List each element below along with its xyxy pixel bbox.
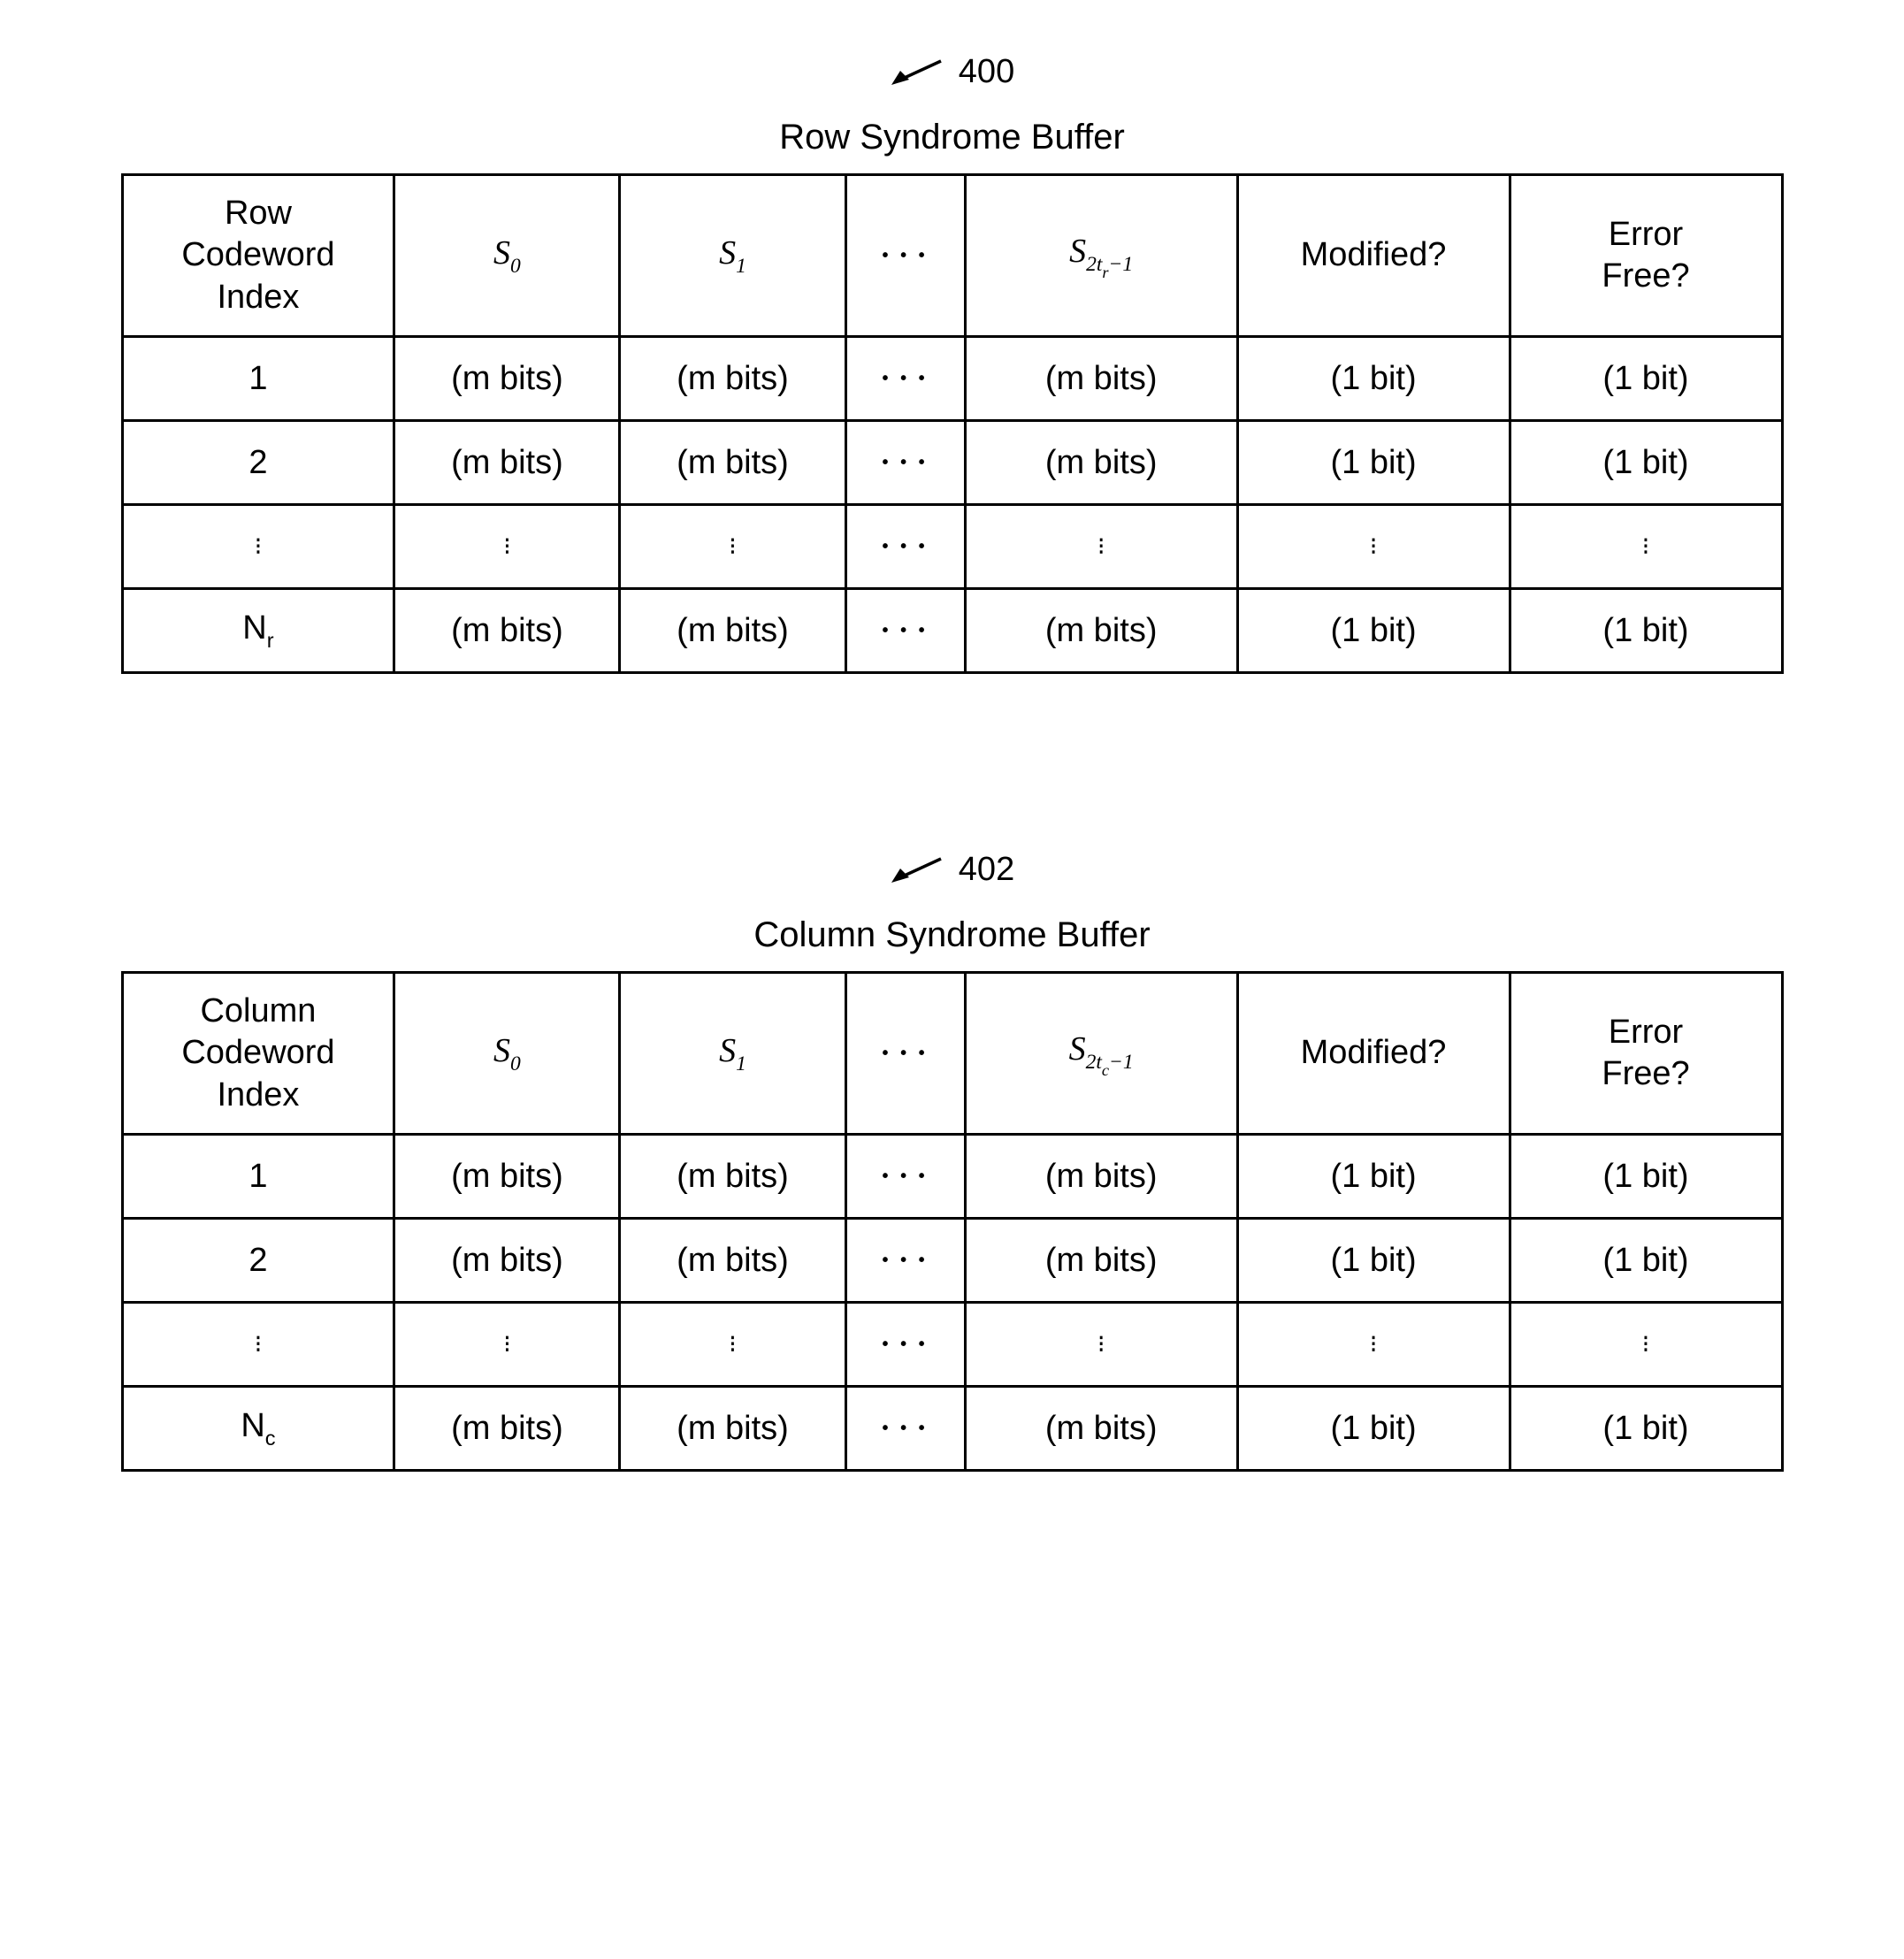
- col-errorfree-header: Error Free?: [1510, 973, 1782, 1135]
- cell-vdots: ⁝: [394, 1303, 620, 1387]
- cell-s0: (m bits): [394, 337, 620, 421]
- figure-ref-number: 402: [959, 851, 1014, 889]
- cell-s0: (m bits): [394, 1135, 620, 1219]
- cell-vdots: ⁝: [620, 505, 845, 589]
- cell-ellipsis: • • •: [845, 1135, 965, 1219]
- cell-ellipsis: • • •: [845, 589, 965, 673]
- cell-index: Nc: [122, 1387, 394, 1471]
- table-header-row: Row Codeword Index S0 S1 • • • S2tr−1 Mo…: [122, 175, 1782, 337]
- cell-ellipsis: • • •: [845, 1303, 965, 1387]
- cell-vdots: ⁝: [1510, 1303, 1782, 1387]
- cell-errorfree: (1 bit): [1510, 1219, 1782, 1303]
- cell-ellipsis: • • •: [845, 1387, 965, 1471]
- cell-vdots: ⁝: [122, 505, 394, 589]
- cell-index: 1: [122, 1135, 394, 1219]
- cell-errorfree: (1 bit): [1510, 1135, 1782, 1219]
- cell-ellipsis: • • •: [845, 337, 965, 421]
- col-s0-header: S0: [394, 175, 620, 337]
- cell-slast: (m bits): [965, 337, 1237, 421]
- table-row: 1 (m bits) (m bits) • • • (m bits) (1 bi…: [122, 1135, 1782, 1219]
- cell-s1: (m bits): [620, 1387, 845, 1471]
- column-syndrome-buffer-table: Column Codeword Index S0 S1 • • • S2tc−1…: [121, 971, 1784, 1472]
- cell-index: 2: [122, 421, 394, 505]
- table-row: Nr (m bits) (m bits) • • • (m bits) (1 b…: [122, 589, 1782, 673]
- row-syndrome-buffer-table: Row Codeword Index S0 S1 • • • S2tr−1 Mo…: [121, 173, 1784, 674]
- col-slast-header: S2tc−1: [965, 973, 1237, 1135]
- cell-modified: (1 bit): [1237, 1219, 1510, 1303]
- col-modified-header: Modified?: [1237, 973, 1510, 1135]
- cell-slast: (m bits): [965, 1135, 1237, 1219]
- col-index-header: Row Codeword Index: [122, 175, 394, 337]
- cell-index: Nr: [122, 589, 394, 673]
- table-row-vdots: ⁝ ⁝ ⁝ • • • ⁝ ⁝ ⁝: [122, 505, 1782, 589]
- cell-errorfree: (1 bit): [1510, 421, 1782, 505]
- cell-modified: (1 bit): [1237, 1135, 1510, 1219]
- cell-s0: (m bits): [394, 589, 620, 673]
- column-syndrome-buffer-figure: 402 Column Syndrome Buffer Column Codewo…: [80, 851, 1824, 1472]
- cell-s1: (m bits): [620, 1219, 845, 1303]
- col-errorfree-header: Error Free?: [1510, 175, 1782, 337]
- col-modified-header: Modified?: [1237, 175, 1510, 337]
- cell-vdots: ⁝: [1510, 505, 1782, 589]
- cell-index: 2: [122, 1219, 394, 1303]
- table-row: 2 (m bits) (m bits) • • • (m bits) (1 bi…: [122, 421, 1782, 505]
- cell-index: 1: [122, 337, 394, 421]
- cell-modified: (1 bit): [1237, 337, 1510, 421]
- figure-ref-number: 400: [959, 53, 1014, 91]
- table-row-vdots: ⁝ ⁝ ⁝ • • • ⁝ ⁝ ⁝: [122, 1303, 1782, 1387]
- cell-slast: (m bits): [965, 1387, 1237, 1471]
- cell-vdots: ⁝: [965, 505, 1237, 589]
- col-s1-header: S1: [620, 175, 845, 337]
- col-s0-header: S0: [394, 973, 620, 1135]
- cell-s0: (m bits): [394, 1219, 620, 1303]
- cell-s0: (m bits): [394, 1387, 620, 1471]
- cell-ellipsis: • • •: [845, 1219, 965, 1303]
- cell-errorfree: (1 bit): [1510, 337, 1782, 421]
- figure-ref-400: 400: [80, 53, 1824, 91]
- col-slast-header: S2tr−1: [965, 175, 1237, 337]
- cell-slast: (m bits): [965, 421, 1237, 505]
- cell-slast: (m bits): [965, 589, 1237, 673]
- cell-ellipsis: • • •: [845, 421, 965, 505]
- table-row: 2 (m bits) (m bits) • • • (m bits) (1 bi…: [122, 1219, 1782, 1303]
- cell-vdots: ⁝: [1237, 505, 1510, 589]
- col-ellipsis-header: • • •: [845, 973, 965, 1135]
- table-row: 1 (m bits) (m bits) • • • (m bits) (1 bi…: [122, 337, 1782, 421]
- cell-vdots: ⁝: [620, 1303, 845, 1387]
- cell-slast: (m bits): [965, 1219, 1237, 1303]
- table-row: Nc (m bits) (m bits) • • • (m bits) (1 b…: [122, 1387, 1782, 1471]
- row-syndrome-buffer-figure: 400 Row Syndrome Buffer Row Codeword Ind…: [80, 53, 1824, 674]
- cell-modified: (1 bit): [1237, 421, 1510, 505]
- cell-vdots: ⁝: [965, 1303, 1237, 1387]
- cell-ellipsis: • • •: [845, 505, 965, 589]
- cell-vdots: ⁝: [122, 1303, 394, 1387]
- cell-vdots: ⁝: [394, 505, 620, 589]
- cell-errorfree: (1 bit): [1510, 1387, 1782, 1471]
- table-title: Column Syndrome Buffer: [80, 915, 1824, 955]
- cell-vdots: ⁝: [1237, 1303, 1510, 1387]
- col-ellipsis-header: • • •: [845, 175, 965, 337]
- cell-modified: (1 bit): [1237, 589, 1510, 673]
- col-s1-header: S1: [620, 973, 845, 1135]
- cell-s1: (m bits): [620, 337, 845, 421]
- arrow-icon: [890, 856, 943, 884]
- cell-s1: (m bits): [620, 589, 845, 673]
- cell-errorfree: (1 bit): [1510, 589, 1782, 673]
- cell-modified: (1 bit): [1237, 1387, 1510, 1471]
- cell-s1: (m bits): [620, 421, 845, 505]
- cell-s1: (m bits): [620, 1135, 845, 1219]
- cell-s0: (m bits): [394, 421, 620, 505]
- figure-ref-402: 402: [80, 851, 1824, 889]
- table-header-row: Column Codeword Index S0 S1 • • • S2tc−1…: [122, 973, 1782, 1135]
- col-index-header: Column Codeword Index: [122, 973, 394, 1135]
- arrow-icon: [890, 58, 943, 87]
- table-title: Row Syndrome Buffer: [80, 118, 1824, 157]
